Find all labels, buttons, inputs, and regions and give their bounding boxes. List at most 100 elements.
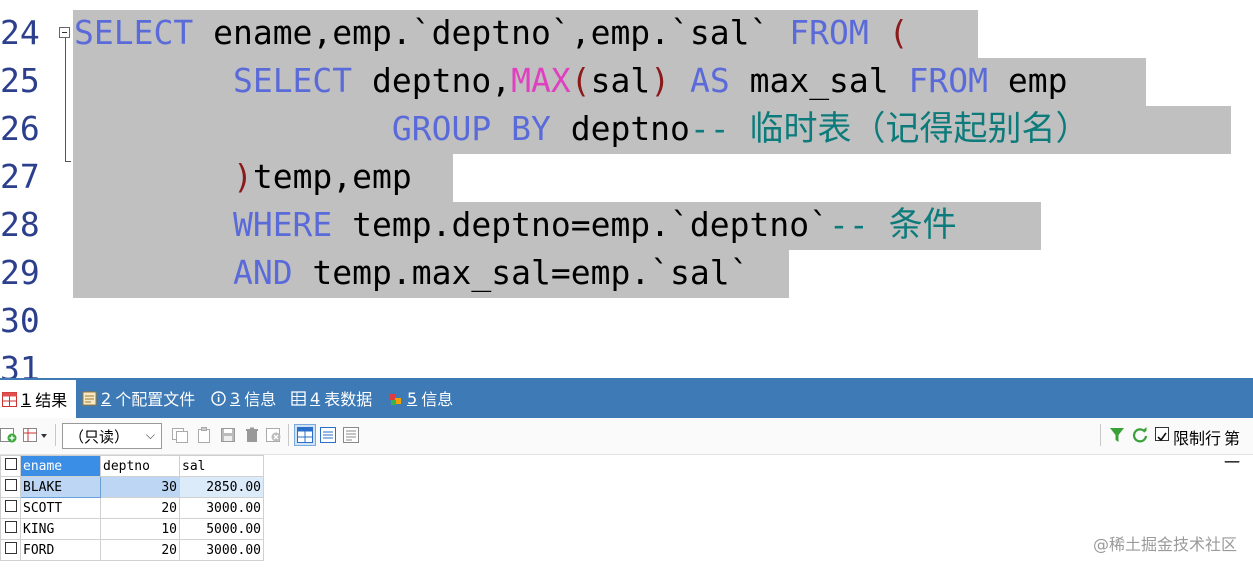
code-line[interactable]: WHERE temp.deptno=emp.`deptno`-- 条件 (74, 201, 957, 249)
table-row[interactable]: SCOTT 20 3000.00 (0, 497, 264, 519)
code-token: MAX (511, 61, 571, 100)
cell-ename[interactable]: BLAKE (20, 476, 101, 498)
tab-info-2[interactable]: 5 信息 (388, 378, 453, 418)
tab-label: 个配置文件 (115, 390, 196, 409)
info-icon (211, 390, 226, 406)
tab-result[interactable]: 1 结果 (0, 380, 76, 418)
refresh-icon[interactable] (1131, 426, 1149, 444)
column-header-ename[interactable]: ename (20, 455, 101, 477)
code-token: WHERE (232, 205, 333, 244)
add-row-icon[interactable] (0, 426, 18, 444)
tab-number: 4 (310, 388, 321, 408)
delete-icon[interactable] (243, 426, 261, 444)
fold-guide (65, 34, 66, 162)
grid-options-icon[interactable] (23, 426, 51, 444)
row-checkbox[interactable] (0, 518, 21, 540)
cell-deptno[interactable]: 20 (100, 539, 180, 561)
toolbar-separator (288, 424, 289, 446)
cell-deptno[interactable]: 20 (100, 497, 180, 519)
row-checkbox[interactable] (0, 539, 21, 561)
table-row[interactable]: BLAKE 30 2850.00 (0, 476, 264, 498)
fold-toggle-icon[interactable] (59, 27, 70, 38)
code-token: sal (590, 61, 651, 100)
code-token: ename,emp.`deptno`,emp.`sal` (193, 13, 790, 52)
cell-deptno[interactable]: 30 (100, 476, 180, 498)
grid-view-icon[interactable] (294, 424, 316, 446)
code-token: temp,emp (252, 157, 412, 196)
tab-table-data[interactable]: 4 表数据 (291, 378, 372, 418)
cell-sal[interactable]: 3000.00 (179, 539, 264, 561)
code-token: 条件 (888, 205, 957, 245)
tab-info[interactable]: 3 信息 (211, 378, 276, 418)
code-token: ( (570, 61, 591, 100)
tab-label: 结果 (35, 391, 68, 410)
discard-icon[interactable] (265, 426, 283, 444)
row-checkbox[interactable] (0, 476, 21, 498)
save-icon[interactable] (219, 426, 237, 444)
first-row-label: 第一 (1224, 429, 1241, 472)
code-token: temp.deptno=emp.`deptno` (332, 205, 829, 244)
column-header-sal[interactable]: sal (179, 455, 264, 477)
cell-deptno[interactable]: 10 (100, 518, 180, 540)
paste-row-icon[interactable] (195, 426, 213, 444)
checkbox-icon (4, 521, 17, 533)
sql-editor[interactable]: 24 25 26 27 28 29 30 31 SELECT ename,emp… (0, 0, 1253, 378)
cell-sal[interactable]: 2850.00 (179, 476, 264, 498)
text-view-icon[interactable] (342, 426, 360, 444)
mode-select[interactable]: （只读） ⌵ (62, 423, 162, 449)
tab-label: 信息 (421, 390, 454, 409)
code-line[interactable]: GROUP BY deptno-- 临时表（记得起别名） (74, 105, 1090, 153)
tab-label: 表数据 (324, 390, 373, 409)
table-data-icon (291, 390, 306, 406)
code-token: 临时表（记得起别名） (749, 109, 1090, 149)
checkbox-icon (4, 542, 17, 554)
limit-rows-checkbox[interactable] (1155, 427, 1169, 442)
fold-end-marker (65, 161, 71, 162)
mode-select-value: （只读） (69, 427, 130, 446)
cell-sal[interactable]: 3000.00 (179, 497, 264, 519)
grid-header-row: ename deptno sal (0, 455, 264, 477)
code-token: AS (689, 61, 730, 100)
checkbox-icon (4, 500, 17, 512)
row-checkbox[interactable] (0, 497, 21, 519)
table-row[interactable]: FORD 20 3000.00 (0, 539, 264, 561)
cell-ename[interactable]: KING (20, 518, 101, 540)
code-token: ) (232, 157, 253, 196)
tab-profile[interactable]: 2 个配置文件 (82, 378, 195, 418)
line-number: 30 (0, 301, 40, 340)
table-row[interactable]: KING 10 5000.00 (0, 518, 264, 540)
line-number: 31 (0, 349, 40, 378)
tab-number: 2 (101, 388, 112, 408)
filter-icon[interactable] (1108, 426, 1126, 444)
code-token: SELECT (74, 13, 194, 52)
code-token: deptno, (352, 61, 512, 100)
checkbox-icon (4, 458, 17, 470)
cell-sal[interactable]: 5000.00 (179, 518, 264, 540)
header-checkbox[interactable] (0, 455, 21, 477)
code-line[interactable]: SELECT deptno,MAX(sal) AS max_sal FROM e… (74, 57, 1068, 105)
code-line[interactable]: )temp,emp (74, 153, 412, 201)
code-token: AND (232, 253, 293, 292)
code-token: emp (988, 61, 1068, 100)
code-line[interactable]: SELECT ename,emp.`deptno`,emp.`sal` FROM… (74, 9, 908, 57)
code-token: SELECT (232, 61, 353, 100)
code-token: ) (650, 61, 671, 100)
code-token: temp.max_sal=emp.`sal` (292, 253, 750, 292)
line-number: 24 (0, 13, 40, 52)
code-line[interactable]: AND temp.max_sal=emp.`sal` (74, 249, 750, 297)
code-token: -- (689, 109, 750, 148)
line-number: 27 (0, 157, 40, 196)
code-token: max_sal (729, 61, 909, 100)
profile-icon (82, 391, 97, 406)
copy-row-icon[interactable] (171, 426, 189, 444)
cell-ename[interactable]: FORD (20, 539, 101, 561)
column-header-deptno[interactable]: deptno (100, 455, 180, 477)
tab-number: 3 (230, 388, 241, 408)
form-view-icon[interactable] (319, 426, 337, 444)
code-token: ( (888, 13, 909, 52)
cell-ename[interactable]: SCOTT (20, 497, 101, 519)
result-grid[interactable]: ename deptno sal BLAKE 30 2850.00 SCOTT … (0, 455, 264, 561)
